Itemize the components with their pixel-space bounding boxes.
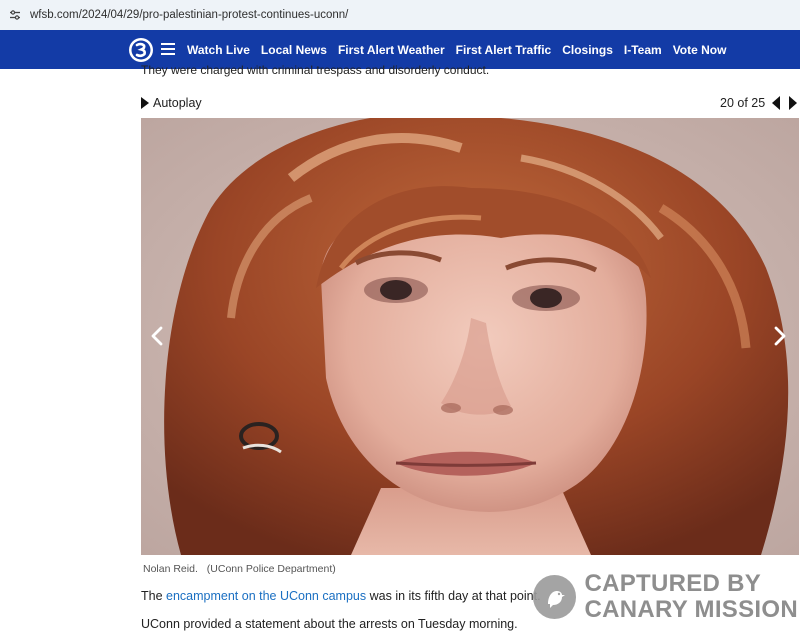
encampment-link[interactable]: encampment on the UConn campus [166,589,366,603]
caption-credit: (UConn Police Department) [206,563,336,575]
canary-bird-icon [533,575,577,619]
gallery-photo [141,118,799,555]
next-slide-button[interactable] [788,96,798,110]
nav-local-news[interactable]: Local News [261,43,327,57]
triangle-left-icon [772,96,780,110]
url-text[interactable]: wfsb.com/2024/04/29/pro-palestinian-prot… [30,9,348,21]
nav-vote-now[interactable]: Vote Now [673,43,727,57]
nav-first-alert-weather[interactable]: First Alert Weather [338,43,445,57]
photo-previous-arrow[interactable] [150,326,164,346]
photo-next-arrow[interactable] [773,326,787,346]
nav-first-alert-traffic[interactable]: First Alert Traffic [456,43,552,57]
autoplay-button[interactable]: Autoplay [141,96,202,110]
paragraph-text: The [141,589,167,603]
channel-3-logo-icon[interactable] [128,37,154,63]
play-icon [141,97,149,109]
slide-counter: 20 of 25 [720,96,766,110]
canary-mission-watermark: CAPTURED BY CANARY MISSION [533,568,798,626]
caption-name: Nolan Reid. [143,563,198,575]
portrait-image [141,118,799,555]
article-paragraph: The encampment on the UConn campus was i… [141,589,541,603]
chevron-left-icon [151,326,163,346]
address-bar[interactable]: wfsb.com/2024/04/29/pro-palestinian-prot… [0,0,800,30]
chevron-right-icon [774,326,786,346]
site-info-icon[interactable] [8,8,22,22]
article-text-cut-off: They were charged with criminal trespass… [141,63,490,77]
triangle-right-icon [789,96,797,110]
nav-closings[interactable]: Closings [562,43,613,57]
watermark-line-2: CANARY MISSION [584,596,798,623]
photo-caption: Nolan Reid. (UConn Police Department) [143,563,336,575]
nav-i-team[interactable]: I-Team [624,43,662,57]
paragraph-text: was in its fifth day at that point. [366,589,541,603]
menu-icon[interactable] [161,42,175,56]
nav-watch-live[interactable]: Watch Live [187,43,250,57]
autoplay-label: Autoplay [153,96,202,110]
watermark-line-1: CAPTURED BY [584,570,762,597]
previous-slide-button[interactable] [771,96,781,110]
article-paragraph: UConn provided a statement about the arr… [141,617,518,631]
